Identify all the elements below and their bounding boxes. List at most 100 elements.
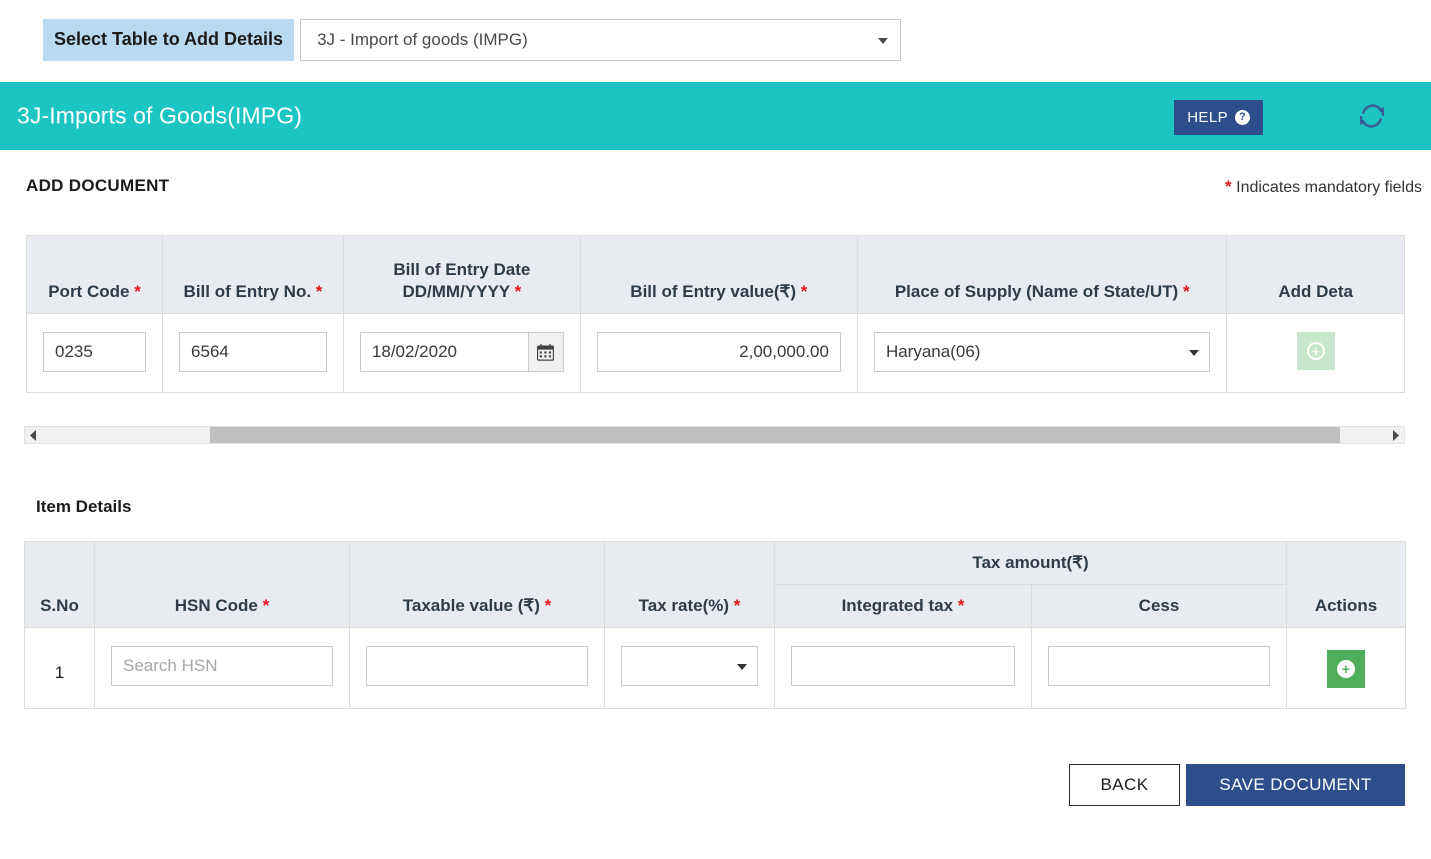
chevron-left-icon[interactable] bbox=[25, 427, 42, 443]
cell-hsn-code bbox=[94, 627, 350, 710]
mandatory-fields-note: * Indicates mandatory fields bbox=[1225, 177, 1422, 197]
col-cess: Cess bbox=[1031, 584, 1287, 629]
bill-of-entry-date-input[interactable] bbox=[359, 332, 529, 372]
bill-of-entry-value-input[interactable] bbox=[596, 332, 841, 372]
document-table: Port Code * Bill of Entry No. * Bill of … bbox=[26, 235, 1405, 393]
col-bill-entry-date-format: DD/MM/YYYY * bbox=[402, 281, 522, 301]
port-code-input[interactable] bbox=[43, 332, 147, 372]
document-table-scroll-area: Port Code * Bill of Entry No. * Bill of … bbox=[26, 235, 1405, 393]
cell-place-of-supply: Haryana(06) bbox=[856, 313, 1228, 393]
main-content: ADD DOCUMENT * Indicates mandatory field… bbox=[0, 150, 1431, 806]
form-actions: BACK SAVE DOCUMENT bbox=[1069, 764, 1405, 806]
select-table-dropdown[interactable]: 3J - Import of goods (IMPG) bbox=[300, 19, 902, 61]
page-root: Select Table to Add Details 3J - Import … bbox=[0, 0, 1431, 859]
page-section-title: ADD DOCUMENT bbox=[26, 176, 170, 195]
taxable-value-input[interactable] bbox=[366, 646, 588, 687]
col-tax-rate: Tax rate(%) * bbox=[604, 540, 775, 629]
required-asterisk: * bbox=[733, 596, 741, 616]
cell-bill-entry-date bbox=[342, 313, 581, 393]
mandatory-note-text: Indicates mandatory fields bbox=[1236, 179, 1422, 196]
required-asterisk: * bbox=[1182, 281, 1190, 301]
scrollbar-thumb[interactable] bbox=[210, 427, 1340, 443]
col-tax-amount-group: Tax amount(₹) bbox=[774, 540, 1287, 586]
col-bill-entry-no-label: Bill of Entry No. bbox=[183, 281, 312, 301]
col-integrated-tax: Integrated tax * bbox=[774, 584, 1032, 629]
scrollbar-track[interactable] bbox=[42, 427, 1387, 443]
horizontal-scrollbar[interactable] bbox=[24, 426, 1405, 444]
table-row: Haryana(06) + bbox=[26, 313, 1405, 393]
select-table-label: Select Table to Add Details bbox=[43, 19, 295, 61]
cell-port-code bbox=[26, 313, 164, 393]
required-asterisk: * bbox=[957, 596, 965, 616]
add-details-button[interactable]: + bbox=[1296, 332, 1335, 370]
required-asterisk: * bbox=[134, 281, 141, 301]
col-hsn-code-label: HSN Code bbox=[174, 596, 258, 616]
item-details-table-wrap: S.No HSN Code * Taxable value (₹) * Tax … bbox=[24, 540, 1406, 710]
required-asterisk: * bbox=[1225, 177, 1232, 196]
select-table-group: Select Table to Add Details 3J - Import … bbox=[43, 19, 902, 61]
required-asterisk: * bbox=[315, 281, 323, 301]
bill-of-entry-no-input[interactable] bbox=[179, 332, 327, 372]
help-button-label: HELP bbox=[1187, 109, 1228, 126]
col-place-of-supply-label: Place of Supply (Name of State/UT) bbox=[894, 281, 1179, 301]
cell-actions: + bbox=[1286, 627, 1406, 710]
col-bill-entry-value: Bill of Entry value(₹) * bbox=[579, 235, 858, 314]
cell-cess bbox=[1031, 627, 1287, 710]
bill-of-entry-date-group bbox=[359, 332, 564, 372]
cell-bill-entry-value bbox=[579, 313, 858, 393]
col-tax-rate-label: Tax rate(%) bbox=[638, 596, 730, 616]
add-document-header: ADD DOCUMENT * Indicates mandatory field… bbox=[0, 150, 1431, 212]
col-integrated-tax-label: Integrated tax bbox=[841, 596, 954, 616]
cess-input[interactable] bbox=[1048, 646, 1270, 687]
table-selector-bar: Select Table to Add Details 3J - Import … bbox=[0, 0, 1431, 82]
integrated-tax-input[interactable] bbox=[791, 646, 1015, 687]
required-asterisk: * bbox=[514, 281, 522, 301]
item-details-title: Item Details bbox=[36, 497, 132, 516]
col-place-of-supply: Place of Supply (Name of State/UT) * bbox=[856, 235, 1228, 314]
chevron-down-icon bbox=[737, 664, 747, 671]
cell-add-details: + bbox=[1226, 313, 1405, 393]
cell-taxable-value bbox=[349, 627, 605, 710]
col-sno: S.No bbox=[24, 540, 95, 629]
col-actions: Actions bbox=[1286, 540, 1406, 629]
chevron-down-icon bbox=[878, 38, 889, 44]
col-bill-entry-date-label: Bill of Entry Date bbox=[393, 259, 531, 279]
plus-circle-icon: + bbox=[1337, 660, 1355, 679]
required-asterisk: * bbox=[262, 596, 270, 616]
cell-sno: 1 bbox=[24, 627, 95, 710]
col-hsn-code: HSN Code * bbox=[94, 540, 350, 629]
table-row: 1 Search HSN + bbox=[24, 627, 1406, 710]
required-asterisk: * bbox=[800, 281, 808, 301]
col-bill-entry-no: Bill of Entry No. * bbox=[162, 235, 344, 314]
cell-bill-entry-no bbox=[162, 313, 344, 393]
cell-tax-rate bbox=[604, 627, 775, 710]
tax-rate-select[interactable] bbox=[621, 646, 758, 687]
hsn-code-input[interactable] bbox=[111, 646, 333, 687]
section-header-bar: 3J-Imports of Goods(IMPG) HELP ? bbox=[0, 82, 1431, 150]
chevron-right-icon[interactable] bbox=[1387, 427, 1404, 443]
calendar-icon[interactable] bbox=[528, 332, 564, 372]
question-circle-icon: ? bbox=[1235, 110, 1250, 125]
save-document-button[interactable]: SAVE DOCUMENT bbox=[1186, 764, 1405, 806]
place-of-supply-select[interactable]: Haryana(06) bbox=[873, 332, 1211, 372]
col-port-code-label: Port Code bbox=[48, 281, 130, 301]
document-table-header-row: Port Code * Bill of Entry No. * Bill of … bbox=[26, 235, 1405, 314]
col-add-details: Add Deta bbox=[1226, 235, 1405, 314]
item-details-table: S.No HSN Code * Taxable value (₹) * Tax … bbox=[24, 540, 1406, 710]
col-bill-entry-value-label: Bill of Entry value(₹) bbox=[630, 281, 797, 301]
place-of-supply-value: Haryana(06) bbox=[885, 342, 981, 361]
col-taxable-value-label: Taxable value (₹) bbox=[402, 596, 540, 616]
required-asterisk: * bbox=[544, 596, 552, 616]
select-table-value: 3J - Import of goods (IMPG) bbox=[317, 30, 528, 49]
help-button[interactable]: HELP ? bbox=[1174, 100, 1263, 135]
cell-integrated-tax bbox=[774, 627, 1032, 710]
chevron-down-icon bbox=[1189, 350, 1200, 356]
col-taxable-value: Taxable value (₹) * bbox=[349, 540, 605, 629]
item-header-row-1: S.No HSN Code * Taxable value (₹) * Tax … bbox=[24, 540, 1406, 629]
page-title: 3J-Imports of Goods(IMPG) bbox=[17, 102, 302, 129]
plus-circle-icon: + bbox=[1306, 342, 1325, 360]
back-button[interactable]: BACK bbox=[1069, 764, 1180, 806]
add-item-button[interactable]: + bbox=[1327, 650, 1365, 689]
refresh-icon[interactable] bbox=[1358, 102, 1386, 130]
col-port-code: Port Code * bbox=[26, 235, 164, 314]
